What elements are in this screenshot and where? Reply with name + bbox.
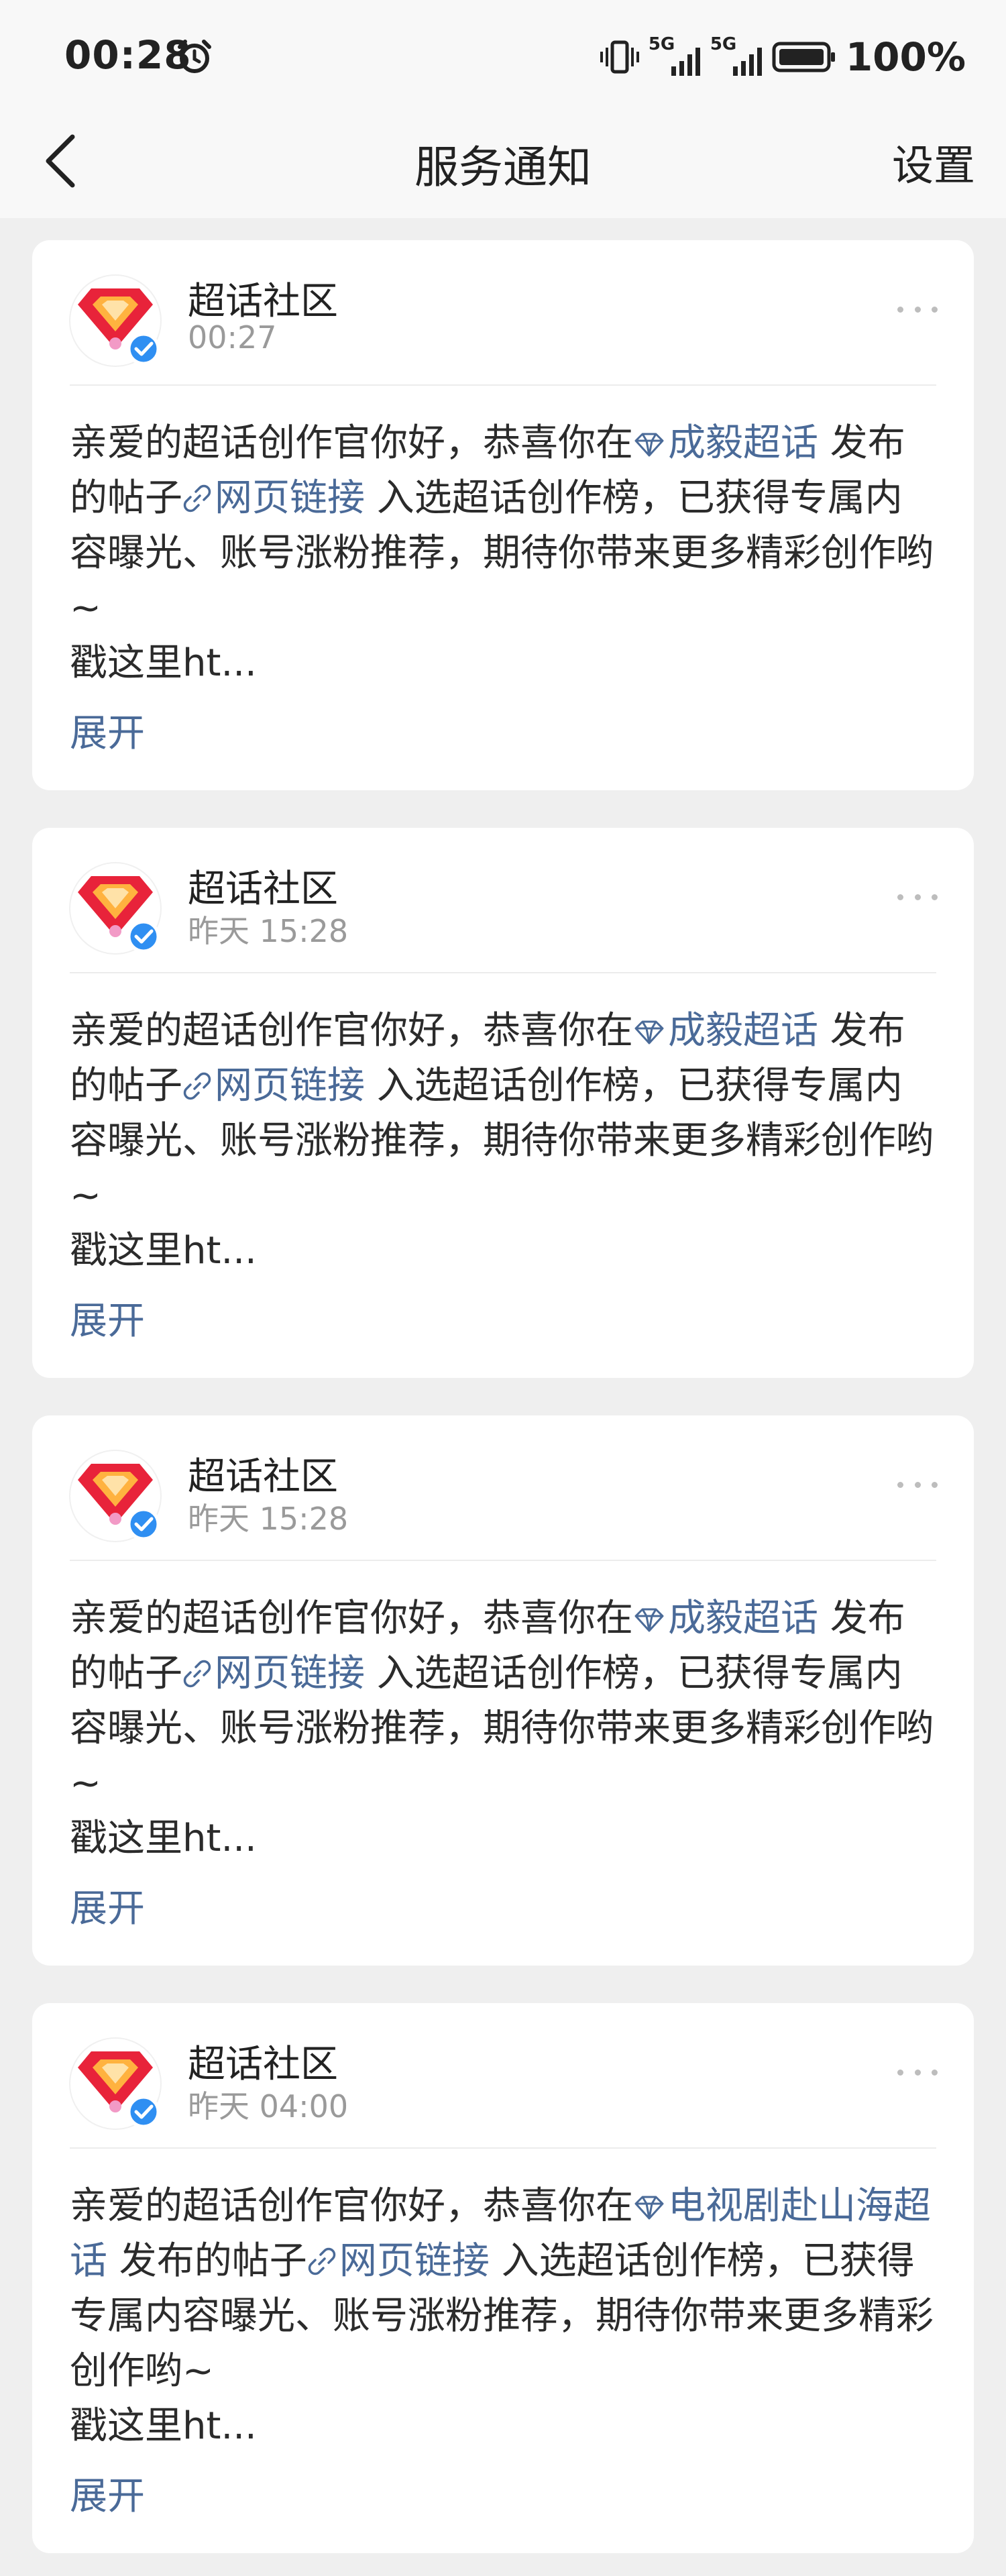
more-dot — [914, 894, 921, 900]
message-intro: 亲爱的超话创作官你好，恭喜你在 — [70, 421, 633, 465]
more-dot — [932, 2069, 938, 2076]
more-button[interactable] — [897, 2062, 938, 2082]
expand-button[interactable]: 展开 — [70, 2466, 145, 2520]
super-topic-logo-icon[interactable] — [68, 274, 162, 368]
diamond-icon — [634, 1020, 664, 1044]
divider — [70, 2147, 936, 2149]
notification-card: 超话社区 昨天 15:28 亲爱的超话创作官你好，恭喜你在 成毅超话 发布的帖子网… — [32, 828, 974, 1378]
link-icon — [183, 1072, 211, 1100]
notification-card: 超话社区 00:27 亲爱的超话创作官你好，恭喜你在 成毅超话 发布的帖子 网页链接… — [32, 240, 974, 790]
super-topic-logo-icon[interactable] — [68, 861, 162, 955]
more-button[interactable] — [897, 299, 938, 319]
diamond-icon — [634, 2196, 664, 2220]
notification-card: 超话社区 昨天 15:28 亲爱的超话创作官你好，恭喜你在 成毅超话 发布的帖子网… — [32, 1415, 974, 1966]
sender-name: 超话社区 — [188, 280, 338, 323]
vibrate-icon — [600, 40, 639, 74]
message-truncated: 戳这里ht... — [70, 1229, 257, 1273]
message-time: 00:27 — [188, 319, 277, 356]
web-link[interactable]: 网页链接 — [182, 476, 365, 520]
expand-button[interactable]: 展开 — [70, 1878, 145, 1933]
status-right-group: 5G 5G 100% — [600, 34, 966, 80]
more-dot — [897, 1481, 903, 1488]
topic-label: 成毅超话 — [668, 1597, 818, 1640]
verified-badge-icon — [127, 332, 160, 366]
link-icon — [183, 484, 211, 513]
topic-label: 成毅超话 — [668, 421, 818, 465]
nav-bar: 服务通知 设置 — [0, 107, 1006, 218]
topic-link[interactable]: 成毅超话 — [633, 1009, 818, 1053]
more-dot — [914, 306, 921, 313]
super-topic-logo-icon[interactable] — [68, 1449, 162, 1543]
expand-button[interactable]: 展开 — [70, 703, 145, 757]
verified-badge-icon — [127, 920, 160, 953]
message-intro: 亲爱的超话创作官你好，恭喜你在 — [70, 2184, 633, 2228]
link-label: 网页链接 — [215, 476, 365, 520]
web-link[interactable]: 网页链接 — [307, 2239, 490, 2283]
link-icon — [183, 1660, 211, 1688]
message-time: 昨天 15:28 — [188, 913, 349, 949]
sender-name: 超话社区 — [188, 1455, 338, 1499]
message-body: 亲爱的超话创作官你好，恭喜你在 电视剧赴山海超话 发布的帖子 网页链接 入选超话创作… — [70, 2179, 936, 2454]
more-dot — [932, 306, 938, 313]
more-dot — [932, 1481, 938, 1488]
link-label: 网页链接 — [215, 1064, 365, 1108]
verified-badge-icon — [127, 1507, 160, 1541]
more-dot — [897, 2069, 903, 2076]
settings-button[interactable]: 设置 — [892, 131, 975, 192]
link-label: 网页链接 — [215, 1652, 365, 1695]
page-title: 服务通知 — [414, 142, 592, 193]
battery-text: 100% — [845, 34, 966, 80]
message-time: 昨天 15:28 — [188, 1501, 349, 1537]
message-body: 亲爱的超话创作官你好，恭喜你在 成毅超话 发布的帖子 网页链接 入选超话创作榜，已获… — [70, 416, 936, 691]
link-icon — [308, 2247, 336, 2275]
sender-name: 超话社区 — [188, 867, 338, 911]
web-link[interactable]: 网页链接 — [182, 1652, 365, 1695]
notification-card: 超话社区 昨天 04:00 亲爱的超话创作官你好，恭喜你在 电视剧赴山海超话 发布… — [32, 2003, 974, 2553]
signal-2: 5G — [710, 34, 763, 77]
more-dot — [897, 306, 903, 313]
battery-icon — [772, 42, 835, 72]
signal-1: 5G — [649, 34, 701, 77]
topic-link[interactable]: 成毅超话 — [633, 421, 818, 465]
message-body: 亲爱的超话创作官你好，恭喜你在 成毅超话 发布的帖子 网页链接 入选超话创作榜，已获… — [70, 1004, 936, 1279]
link-label: 网页链接 — [339, 2239, 490, 2283]
topic-label: 成毅超话 — [668, 1009, 818, 1053]
message-truncated: 戳这里ht... — [70, 641, 257, 685]
topic-link[interactable]: 成毅超话 — [633, 1597, 818, 1640]
super-topic-logo-icon[interactable] — [68, 2037, 162, 2131]
more-dot — [914, 2069, 921, 2076]
divider — [70, 972, 936, 973]
message-time: 昨天 04:00 — [188, 2088, 349, 2125]
signal-bars-icon — [671, 48, 700, 76]
message-body: 亲爱的超话创作官你好，恭喜你在 成毅超话 发布的帖子 网页链接 入选超话创作榜，已获… — [70, 1591, 936, 1866]
status-bar: 00:28 5G 5G 100% — [0, 0, 1006, 114]
diamond-icon — [634, 1608, 664, 1632]
more-dot — [897, 894, 903, 900]
more-dot — [932, 894, 938, 900]
message-mid: 发布的帖子 — [107, 2239, 307, 2283]
sender-name: 超话社区 — [188, 2043, 338, 2086]
alarm-icon — [178, 40, 211, 73]
more-button[interactable] — [897, 887, 938, 907]
expand-button[interactable]: 展开 — [70, 1291, 145, 1345]
more-button[interactable] — [897, 1474, 938, 1495]
message-intro: 亲爱的超话创作官你好，恭喜你在 — [70, 1597, 633, 1640]
verified-badge-icon — [127, 2095, 160, 2129]
signal-bars-icon — [732, 48, 762, 76]
web-link[interactable]: 网页链接 — [182, 1064, 365, 1108]
divider — [70, 384, 936, 386]
message-intro: 亲爱的超话创作官你好，恭喜你在 — [70, 1009, 633, 1053]
message-truncated: 戳这里ht... — [70, 1817, 257, 1860]
message-truncated: 戳这里ht... — [70, 2404, 257, 2448]
more-dot — [914, 1481, 921, 1488]
divider — [70, 1560, 936, 1561]
status-time: 00:28 — [64, 32, 192, 78]
diamond-icon — [634, 433, 664, 457]
